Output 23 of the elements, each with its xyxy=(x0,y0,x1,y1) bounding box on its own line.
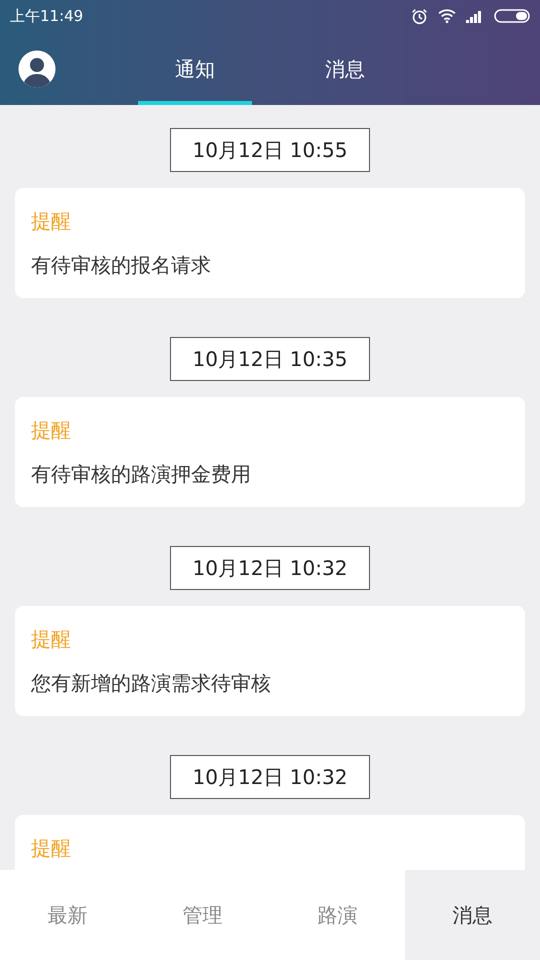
header-tab[interactable]: 消息 xyxy=(252,32,438,105)
wifi-icon xyxy=(438,9,456,23)
notification-message: 有待审核的路演押金费用 xyxy=(31,461,252,488)
timestamp-label: 10月12日 10:32 xyxy=(170,755,370,799)
timestamp-label: 10月12日 10:35 xyxy=(170,337,370,381)
battery-icon xyxy=(494,9,530,23)
notification-title: 提醒 xyxy=(31,835,72,862)
notification-message: 有待审核的报名请求 xyxy=(31,252,212,279)
avatar-icon[interactable] xyxy=(18,50,56,88)
notification-card[interactable]: 提醒 有待审核的报名请求 xyxy=(15,188,525,298)
notification-title: 提醒 xyxy=(31,208,72,235)
nav-tab[interactable]: 消息 xyxy=(405,870,540,960)
notification-card[interactable]: 提醒 有待审核的路演押金费用 xyxy=(15,397,525,507)
alarm-icon xyxy=(411,8,428,24)
notification-title: 提醒 xyxy=(31,626,72,653)
notification-message: 您有新增的路演需求待审核 xyxy=(31,670,272,697)
timestamp-label: 10月12日 10:32 xyxy=(170,546,370,590)
status-time: 上午11:49 xyxy=(10,6,84,27)
notification-title: 提醒 xyxy=(31,417,72,444)
header-tab[interactable]: 通知 xyxy=(138,32,252,105)
signal-icon xyxy=(466,9,484,23)
timestamp-label: 10月12日 10:55 xyxy=(170,128,370,172)
notification-card[interactable]: 提醒 您有新增的路演需求待审核 xyxy=(15,606,525,716)
